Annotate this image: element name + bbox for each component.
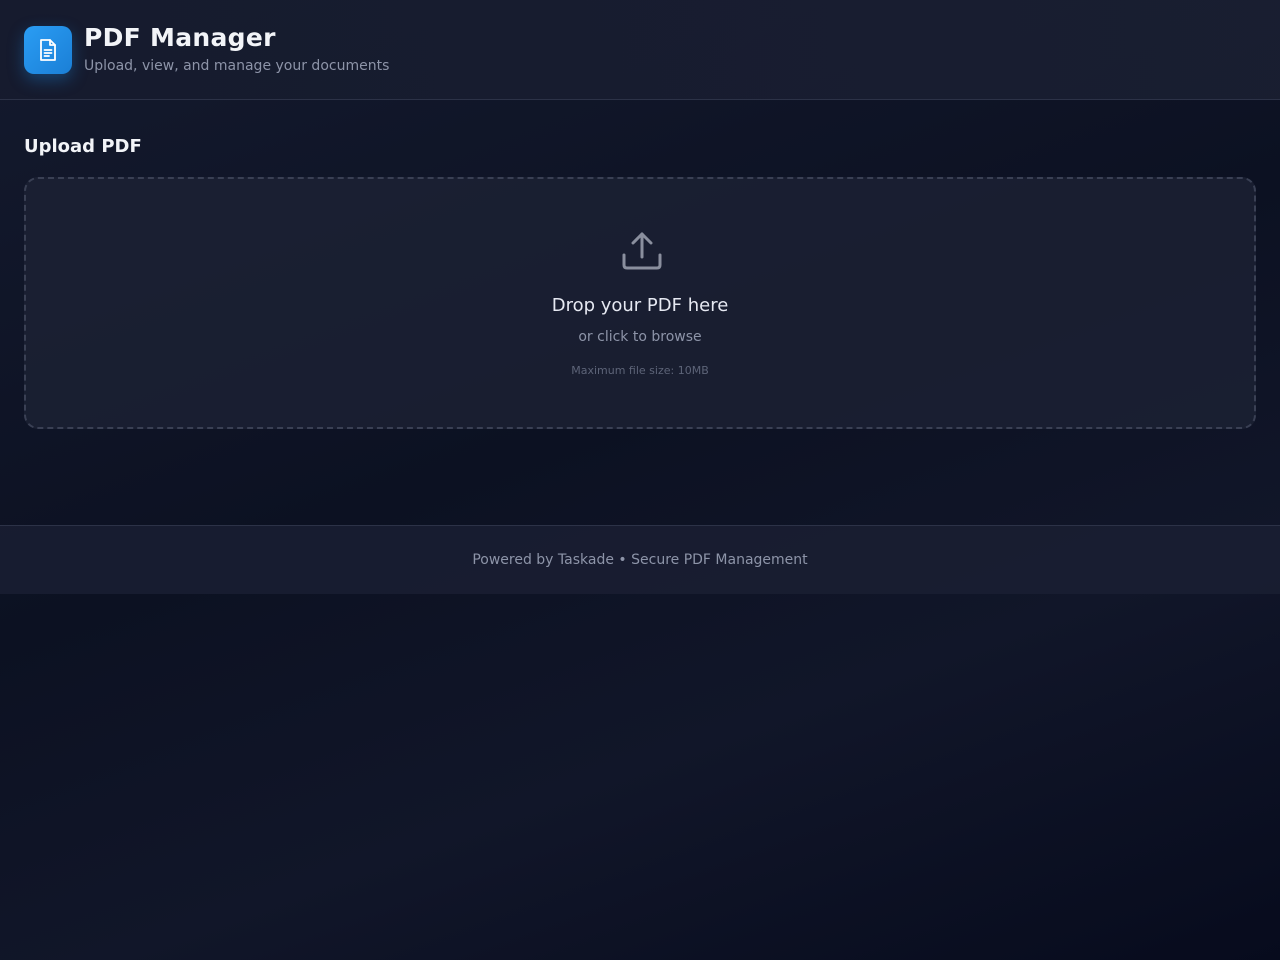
app-header: PDF Manager Upload, view, and manage you…	[0, 0, 1280, 100]
max-size-note: Maximum file size: 10MB	[571, 364, 709, 377]
upload-section-title: Upload PDF	[24, 136, 142, 157]
pdf-dropzone[interactable]: Drop your PDF here or click to browse Ma…	[24, 177, 1256, 429]
app-title: PDF Manager	[84, 23, 276, 52]
browse-link[interactable]: or click to browse	[26, 329, 1254, 345]
app-footer: Powered by Taskade • Secure PDF Manageme…	[0, 525, 1280, 594]
app-subtitle: Upload, view, and manage your documents	[84, 58, 390, 74]
upload-icon	[622, 232, 662, 270]
dropzone-title: Drop your PDF here	[551, 295, 729, 316]
document-icon	[24, 26, 72, 74]
footer-text: Powered by Taskade • Secure PDF Manageme…	[472, 552, 808, 568]
